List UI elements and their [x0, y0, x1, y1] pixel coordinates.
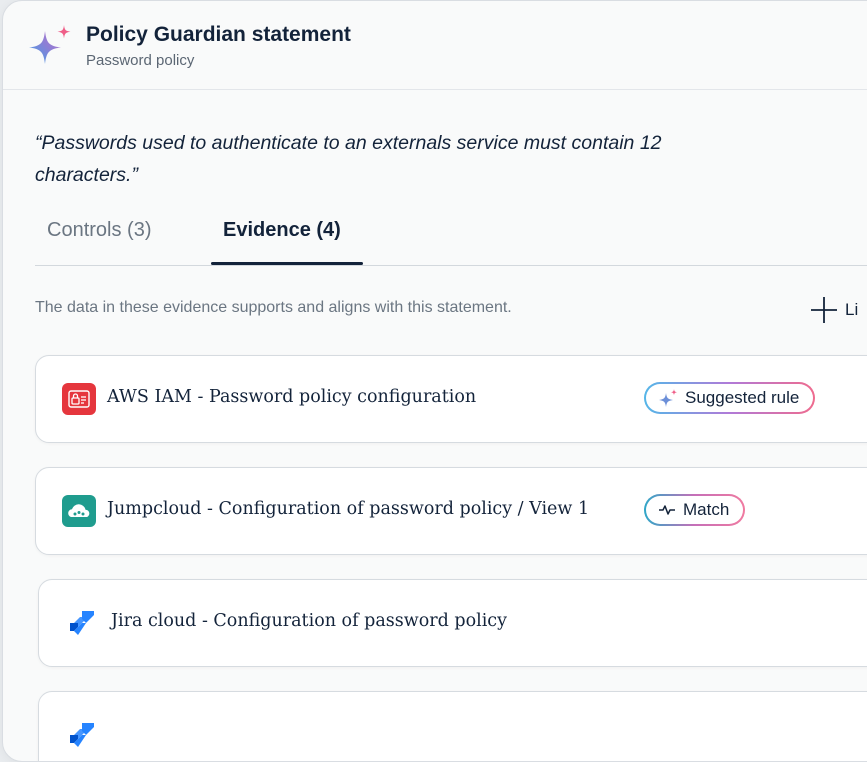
evidence-card-aws[interactable]: AWS IAM - Password policy configuration …	[35, 355, 867, 443]
evidence-title: AWS IAM - Password policy configuration	[107, 387, 477, 407]
jira-icon	[65, 607, 99, 639]
plus-icon	[811, 297, 837, 323]
badge-label: Match	[683, 500, 730, 519]
policy-statement: “Passwords used to authenticate to an ex…	[35, 132, 662, 186]
link-evidence-label: Li	[845, 300, 859, 319]
aws-iam-icon	[62, 383, 96, 415]
evidence-card-jira[interactable]: Jira cloud - Configuration of password p…	[38, 579, 867, 667]
tab-bar: Controls (3) Evidence (4)	[35, 205, 867, 266]
sparkle-icon	[29, 25, 71, 64]
badge-label: Suggested rule	[685, 388, 800, 407]
tab-evidence[interactable]: Evidence (4)	[223, 219, 341, 242]
evidence-card-jira-2[interactable]	[38, 691, 867, 761]
panel-header: Policy Guardian statement Password polic…	[3, 1, 867, 90]
active-tab-indicator	[211, 262, 363, 265]
evidence-title: Jira cloud - Configuration of password p…	[111, 611, 507, 631]
jumpcloud-icon	[62, 495, 96, 527]
pulse-icon	[659, 505, 675, 515]
evidence-card-jumpcloud[interactable]: Jumpcloud - Configuration of password po…	[35, 467, 867, 555]
tab-controls[interactable]: Controls (3)	[47, 219, 151, 242]
policy-panel: Policy Guardian statement Password polic…	[2, 0, 867, 762]
suggested-rule-badge[interactable]: Suggested rule	[644, 382, 815, 414]
page-title: Policy Guardian statement	[86, 23, 351, 46]
evidence-title: Jumpcloud - Configuration of password po…	[107, 499, 590, 519]
link-evidence-button[interactable]: Li	[809, 294, 858, 326]
evidence-hint: The data in these evidence supports and …	[35, 299, 512, 316]
match-badge[interactable]: Match	[644, 494, 745, 526]
page-subtitle: Password policy	[86, 52, 195, 69]
sparkle-icon	[659, 389, 677, 407]
jira-icon	[65, 719, 99, 751]
